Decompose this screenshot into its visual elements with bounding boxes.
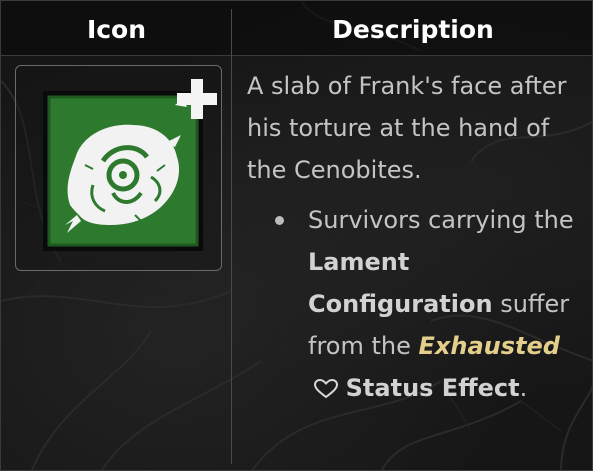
icon-column-header: Icon — [86, 15, 147, 44]
table-header-row: Icon Description — [1, 1, 592, 56]
bullet-point — [275, 216, 284, 225]
column-divider — [231, 9, 232, 464]
sentence-end: . — [519, 374, 528, 402]
addon-table: Icon Description A slab of Frank's face … — [0, 0, 593, 471]
status-effect-keyword[interactable]: Exhausted — [419, 332, 560, 360]
description-column-header: Description — [332, 15, 494, 44]
addon-effect-text: Survivors carrying the Lament Configurat… — [308, 199, 588, 409]
effect-text-part-1: Survivors carrying the — [308, 206, 574, 234]
frank-face-slab-icon — [43, 79, 217, 251]
addon-flavor-text: A slab of Frank's face after his torture… — [247, 72, 567, 184]
item-name-keyword: Lament Configuration — [308, 248, 493, 318]
heart-outline-icon — [314, 379, 338, 399]
status-effect-suffix: Status Effect — [345, 374, 520, 402]
